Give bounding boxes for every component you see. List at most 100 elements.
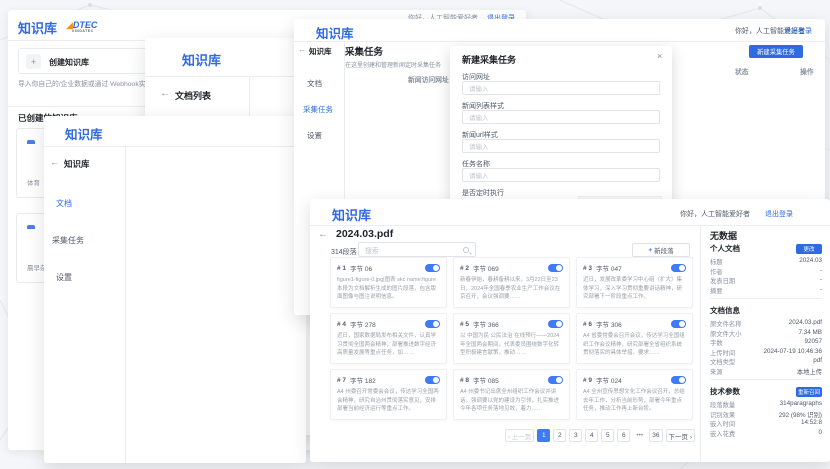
pagination-prev-button: ‹ 上一页 bbox=[505, 429, 534, 442]
metadata-label: 识别效果 bbox=[710, 410, 735, 419]
paragraph-card[interactable]: # 9字节 024A4 全州宣传思想文化工作会议召开，总结去年工作，分析当前形势… bbox=[576, 369, 693, 420]
pagination-page-button[interactable]: 4 bbox=[585, 429, 598, 442]
column-header-url: 新闻访问网址 bbox=[408, 74, 449, 84]
paragraph-card[interactable]: # 2字节 069新春伊始，春耕备耕以来，3月22日至23日，2024年全国春季… bbox=[453, 257, 570, 308]
pagination-page-button[interactable]: 36 bbox=[649, 429, 662, 442]
paragraph-tag: 字节 024 bbox=[596, 375, 667, 385]
paragraph-count: 314段落 bbox=[331, 247, 357, 257]
metadata-row: 识别效果 292 (98% 识别) bbox=[710, 410, 822, 419]
pagination-next-button[interactable]: 下一页 › bbox=[666, 429, 695, 442]
add-paragraph-button[interactable]: + 新段落 bbox=[632, 243, 690, 257]
back-icon[interactable]: ← bbox=[318, 229, 328, 240]
section-title: 文档信息 bbox=[710, 305, 740, 316]
search-input[interactable]: 搜索 bbox=[358, 242, 476, 257]
paragraph-card[interactable]: # 3 字节 047 近日，发展改革委学习中心组（扩大）集体学习，深入学习贯彻重要讲… bbox=[576, 257, 693, 308]
pagination: ‹ 上一页123456•••36下一页 › bbox=[440, 429, 695, 443]
back-icon[interactable]: ← bbox=[50, 157, 59, 167]
paragraph-card[interactable]: # 8字节 085A4 州委书记出席全州组织工作会议并讲话，强调要以党的建设为引… bbox=[453, 369, 570, 420]
paragraph-card[interactable]: # 4字节 278近日，国家数据局发布相关文件，认真学习贯彻全国两会精神，部署推… bbox=[330, 313, 447, 364]
new-task-modal: 新建采集任务 × 访问网址 请输入 新闻列表样式 请输入 新闻url样式 请输入… bbox=[450, 46, 672, 222]
section-action-button[interactable]: 重新召回 bbox=[796, 387, 822, 397]
metadata-value: 314paragraphs bbox=[780, 400, 822, 409]
metadata-value: 2024.03.pdf bbox=[789, 319, 822, 328]
sidebar-item-settings[interactable]: 设置 bbox=[56, 272, 72, 283]
search-icon bbox=[463, 247, 469, 253]
pagination-page-button[interactable]: 2 bbox=[553, 429, 566, 442]
metadata-label: 原文件大小 bbox=[710, 329, 741, 338]
metadata-row: 原文件名称2024.03.pdf bbox=[710, 319, 822, 328]
sidebar-item-tasks[interactable]: 采集任务 bbox=[303, 104, 333, 115]
plus-icon: + bbox=[26, 54, 41, 69]
back-icon[interactable]: ← bbox=[298, 45, 306, 54]
paragraph-card[interactable]: # 7字节 182A4 州委召开常委会会议，传达学习全国两会精神，研究自治州贯彻… bbox=[330, 369, 447, 420]
back-icon[interactable]: ← bbox=[160, 88, 170, 99]
sidebar-item-settings[interactable]: 设置 bbox=[307, 130, 322, 141]
paragraph-text: 新春伊始，春耕备耕以来，3月22日至23日，2024年全国春季农业生产工作会议在… bbox=[460, 276, 563, 302]
paragraph-index: # 3 bbox=[583, 265, 592, 272]
pagination-page-button[interactable]: 1 bbox=[537, 429, 550, 442]
metadata-value: - bbox=[820, 286, 822, 295]
paragraph-enable-toggle[interactable] bbox=[548, 376, 563, 384]
metadata-section-heading: 技术参数重新召回 bbox=[710, 386, 822, 397]
metadata-label: 发表日期 bbox=[710, 276, 735, 285]
input-placeholder: 请输入 bbox=[469, 141, 489, 151]
paragraph-enable-toggle[interactable] bbox=[425, 320, 440, 328]
metadata-label: 文档类型 bbox=[710, 357, 735, 366]
paragraph-card[interactable]: # 1字节 06figure1-figure-0.jpg|图表 skc name… bbox=[330, 257, 447, 308]
brand-tagline: XINDATEC bbox=[72, 29, 94, 33]
metadata-value: 292 (98% 识别) bbox=[779, 410, 822, 419]
paragraph-tag: 字节 278 bbox=[350, 319, 421, 329]
plus-icon: + bbox=[648, 247, 652, 254]
paragraph-text: 以 中国为民 公民法治 在线预行——2024年全国两会期间，代表委员围绕数字化转… bbox=[460, 332, 563, 358]
metadata-section-heading: 个人文档更改 bbox=[710, 243, 822, 254]
paragraph-enable-toggle[interactable] bbox=[671, 376, 686, 384]
metadata-value: 2024-07-19 10:46:36 bbox=[764, 348, 822, 357]
doc-list-title: 文档列表 bbox=[175, 89, 211, 102]
column-header-status: 状态 bbox=[735, 66, 749, 76]
create-kb-label: 创建知识库 bbox=[49, 57, 89, 68]
paragraph-tag: 字节 047 bbox=[596, 263, 667, 273]
divider bbox=[710, 379, 822, 380]
input-placeholder: 请输入 bbox=[469, 170, 489, 180]
paragraph-tag: 字节 06 bbox=[350, 263, 421, 273]
paragraph-card[interactable]: # 6字节 306A4 省委常委会召开会议，传达学习全国组织工作会议精神，研究部… bbox=[576, 313, 693, 364]
nav-back-label[interactable]: 知识库 bbox=[309, 46, 332, 57]
paragraph-index: # 7 bbox=[337, 377, 346, 384]
new-task-button[interactable]: 新建采集任务 bbox=[749, 45, 803, 58]
url-input[interactable]: 请输入 bbox=[462, 81, 660, 95]
greeting-text: 你好，人工智能爱好者 bbox=[680, 209, 750, 219]
paragraph-card[interactable]: # 5字节 366以 中国为民 公民法治 在线预行——2024年全国两会期间，代… bbox=[453, 313, 570, 364]
paragraph-enable-toggle[interactable] bbox=[671, 320, 686, 328]
app-logo: 知识库 bbox=[316, 23, 354, 42]
metadata-value: 0 bbox=[818, 429, 822, 438]
metadata-row: 摘要- bbox=[710, 286, 822, 295]
metadata-row: 原文件大小7.34 MB bbox=[710, 329, 822, 338]
paragraph-enable-toggle[interactable] bbox=[548, 264, 563, 272]
pagination-page-button[interactable]: 3 bbox=[569, 429, 582, 442]
pagination-page-button[interactable]: 6 bbox=[617, 429, 630, 442]
schedule-label: 是否定时执行 bbox=[462, 188, 504, 198]
app-logo: 知识库 bbox=[18, 18, 57, 37]
sidebar-item-tasks[interactable]: 采集任务 bbox=[52, 235, 84, 246]
metadata-value: - bbox=[820, 267, 822, 276]
url-style-input[interactable]: 请输入 bbox=[462, 139, 660, 153]
paragraph-text: A4 州委书记出席全州组织工作会议并讲话，强调要以党的建设为引领，扎实推进今年各… bbox=[460, 388, 563, 414]
logout-link[interactable]: 退出登录 bbox=[765, 209, 793, 219]
kb-card-name: 体育 bbox=[27, 177, 40, 187]
paragraph-text: 近日，发展改革委学习中心组（扩大）集体学习，深入学习贯彻重要讲话精神，研究部署下… bbox=[583, 276, 686, 302]
paragraph-enable-toggle[interactable] bbox=[425, 376, 440, 384]
metadata-label: 上传时间 bbox=[710, 348, 735, 357]
list-style-input[interactable]: 请输入 bbox=[462, 110, 660, 124]
metadata-value: 2024.03 bbox=[799, 257, 822, 266]
paragraph-enable-toggle[interactable] bbox=[548, 320, 563, 328]
logout-link[interactable]: 退出登录 bbox=[784, 26, 812, 36]
paragraph-enable-toggle[interactable] bbox=[671, 264, 686, 272]
pagination-page-button[interactable]: 5 bbox=[601, 429, 614, 442]
section-action-button[interactable]: 更改 bbox=[796, 244, 822, 254]
sidebar-item-docs[interactable]: 文档 bbox=[56, 198, 72, 209]
sidebar-item-docs[interactable]: 文档 bbox=[307, 78, 322, 89]
column-header-action: 操作 bbox=[800, 66, 814, 76]
close-icon[interactable]: × bbox=[657, 51, 662, 61]
task-name-input[interactable]: 请输入 bbox=[462, 168, 660, 182]
paragraph-enable-toggle[interactable] bbox=[425, 264, 440, 272]
